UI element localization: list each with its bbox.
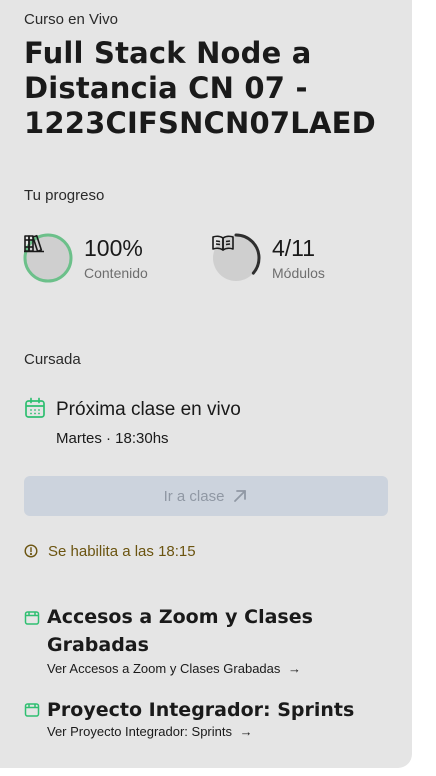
content-progress-ring — [23, 233, 73, 283]
progress-heading: Tu progreso — [24, 187, 105, 204]
arrow-right-icon: → — [239, 724, 253, 739]
integrator-project-link[interactable]: Ver Proyecto Integrador: Sprints → — [47, 724, 253, 739]
integrator-project-title: Proyecto Integrador: Sprints — [47, 699, 355, 721]
enable-time-notice: Se habilita a las 18:15 — [48, 543, 196, 560]
arrow-right-icon: → — [288, 661, 302, 676]
course-eyebrow: Curso en Vivo — [24, 11, 118, 28]
zoom-access-link[interactable]: Ver Accesos a Zoom y Clases Grabadas → — [47, 661, 301, 676]
window-icon — [24, 702, 40, 718]
window-icon — [24, 610, 40, 626]
integrator-project-link-label: Ver Proyecto Integrador: Sprints — [47, 724, 232, 739]
course-title: Full Stack Node a Distancia CN 07 - 1223… — [24, 36, 376, 140]
content-progress-value: 100% — [84, 235, 143, 261]
books-icon — [23, 233, 73, 283]
go-to-class-label: Ir a clase — [163, 487, 225, 505]
next-class-title: Próxima clase en vivo — [56, 399, 241, 420]
calendar-icon — [24, 397, 46, 419]
go-to-class-button[interactable]: Ir a clase — [24, 476, 388, 516]
zoom-access-title: Accesos a Zoom y Clases Grabadas — [47, 606, 313, 656]
content-progress-label: Contenido — [84, 265, 148, 281]
zoom-access-link-label: Ver Accesos a Zoom y Clases Grabadas — [47, 661, 281, 676]
cursada-heading: Cursada — [24, 351, 81, 368]
clock-icon — [24, 544, 38, 558]
arrow-up-right-icon — [232, 488, 248, 504]
modules-progress-label: Módulos — [272, 265, 325, 281]
modules-progress-ring — [211, 233, 261, 283]
next-class-schedule: Martes · 18:30hs — [56, 430, 169, 447]
open-book-icon — [211, 233, 261, 283]
modules-progress-value: 4/11 — [272, 235, 316, 261]
